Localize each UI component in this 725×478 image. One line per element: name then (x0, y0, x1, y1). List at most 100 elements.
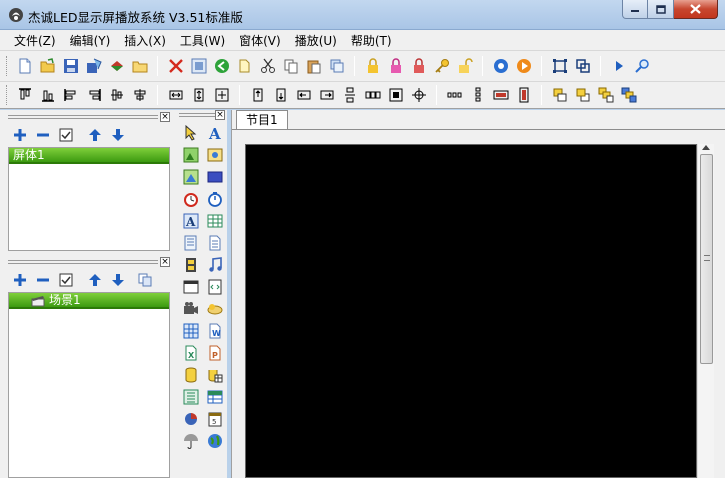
word-tool-button[interactable]: W (203, 320, 227, 342)
weather-tool-button[interactable] (203, 298, 227, 320)
scene-add-button[interactable] (10, 270, 30, 290)
menu-tools[interactable]: 工具(W) (174, 32, 231, 49)
equal-spacing-h-button[interactable] (444, 85, 465, 106)
send-backward-button[interactable] (618, 85, 639, 106)
fit-window-button[interactable] (549, 56, 570, 77)
properties-button[interactable] (188, 56, 209, 77)
picture-tool-button[interactable] (203, 144, 227, 166)
scene-copy-button[interactable] (135, 270, 155, 290)
scene-item[interactable]: 场景1 (9, 293, 169, 309)
same-height-button[interactable] (188, 85, 209, 106)
resize-window-button[interactable] (572, 56, 593, 77)
align-left-button[interactable] (60, 85, 81, 106)
align-right-button[interactable] (83, 85, 104, 106)
unlock-all-button[interactable] (454, 56, 475, 77)
scrollbar-thumb[interactable] (700, 154, 713, 364)
red-v-button[interactable] (513, 85, 534, 106)
play-button[interactable] (513, 56, 534, 77)
save-button[interactable] (60, 56, 81, 77)
tab-program-1[interactable]: 节目1 (236, 110, 288, 130)
align-center-h-button[interactable] (129, 85, 150, 106)
paste-button[interactable] (303, 56, 324, 77)
screen-remove-button[interactable] (33, 125, 53, 145)
vertical-scrollbar[interactable] (697, 144, 714, 478)
page-tool-button[interactable] (203, 232, 227, 254)
export-button[interactable] (106, 56, 127, 77)
copy-page-button[interactable] (234, 56, 255, 77)
send-button[interactable] (490, 56, 511, 77)
scene-move-up-button[interactable] (85, 270, 105, 290)
animation-tool-button[interactable] (179, 166, 203, 188)
toolbar-grip[interactable] (6, 85, 9, 105)
screen-item[interactable]: 屏体1 (9, 148, 169, 164)
bring-front-button[interactable] (549, 85, 570, 106)
open-file-button[interactable] (37, 56, 58, 77)
humidity-tool-button[interactable] (179, 430, 203, 452)
distribute-v-button[interactable] (339, 85, 360, 106)
screen-move-up-button[interactable] (85, 125, 105, 145)
palette-close-button[interactable]: × (215, 110, 225, 120)
close-button[interactable] (674, 0, 718, 19)
image-tool-button[interactable] (179, 144, 203, 166)
audio-tool-button[interactable] (203, 254, 227, 276)
bring-forward-button[interactable] (595, 85, 616, 106)
red-h-button[interactable] (490, 85, 511, 106)
align-top-button[interactable] (14, 85, 35, 106)
cut-button[interactable] (257, 56, 278, 77)
minimize-button[interactable] (622, 0, 648, 19)
distribute-h-button[interactable] (362, 85, 383, 106)
video-tool-button[interactable] (179, 254, 203, 276)
center-both-button[interactable] (408, 85, 429, 106)
text-tool-button[interactable]: A (203, 122, 227, 144)
led-preview-canvas[interactable] (245, 144, 697, 478)
menu-window[interactable]: 窗体(V) (233, 32, 287, 49)
grid-tool-button[interactable] (179, 320, 203, 342)
clock-tool-button[interactable] (179, 188, 203, 210)
globe-tool-button[interactable] (203, 430, 227, 452)
screen-move-down-button[interactable] (108, 125, 128, 145)
space-top-button[interactable] (247, 85, 268, 106)
menu-insert[interactable]: 插入(X) (118, 32, 172, 49)
html-tool-button[interactable] (203, 276, 227, 298)
excel-tool-button[interactable]: X (179, 342, 203, 364)
scroll-up-arrow-icon[interactable] (702, 145, 710, 150)
align-center-v-button[interactable] (106, 85, 127, 106)
ppt-tool-button[interactable]: P (203, 342, 227, 364)
screen-panel-close-button[interactable]: × (160, 112, 170, 122)
align-bottom-button[interactable] (37, 85, 58, 106)
new-file-button[interactable] (14, 56, 35, 77)
menu-file[interactable]: 文件(Z) (8, 32, 62, 49)
toolbar-grip[interactable] (6, 56, 9, 76)
same-width-button[interactable] (165, 85, 186, 106)
calendar-tool-button[interactable]: 5 (203, 408, 227, 430)
timer-tool-button[interactable] (203, 188, 227, 210)
space-right-button[interactable] (316, 85, 337, 106)
maximize-button[interactable] (648, 0, 674, 19)
menu-help[interactable]: 帮助(T) (345, 32, 398, 49)
duplicate-button[interactable] (326, 56, 347, 77)
scene-check-button[interactable] (56, 270, 76, 290)
camera-tool-button[interactable] (179, 298, 203, 320)
screen-add-button[interactable] (10, 125, 30, 145)
database-table-tool-button[interactable] (203, 364, 227, 386)
select-tool-button[interactable] (179, 122, 203, 144)
preview-play-button[interactable] (608, 56, 629, 77)
search-button[interactable] (631, 56, 652, 77)
center-screen-button[interactable] (385, 85, 406, 106)
space-left-button[interactable] (293, 85, 314, 106)
lock-button[interactable] (362, 56, 383, 77)
lock-all-button[interactable] (385, 56, 406, 77)
chart-tool-button[interactable] (179, 408, 203, 430)
spreadsheet-tool-button[interactable] (203, 386, 227, 408)
delete-button[interactable] (165, 56, 186, 77)
save-as-button[interactable] (83, 56, 104, 77)
folder-button[interactable] (129, 56, 150, 77)
document-tool-button[interactable] (179, 232, 203, 254)
space-bottom-button[interactable] (270, 85, 291, 106)
back-button[interactable] (211, 56, 232, 77)
color-block-tool-button[interactable] (203, 166, 227, 188)
list-tool-button[interactable] (179, 386, 203, 408)
scene-remove-button[interactable] (33, 270, 53, 290)
unlock-button[interactable] (408, 56, 429, 77)
same-size-button[interactable] (211, 85, 232, 106)
